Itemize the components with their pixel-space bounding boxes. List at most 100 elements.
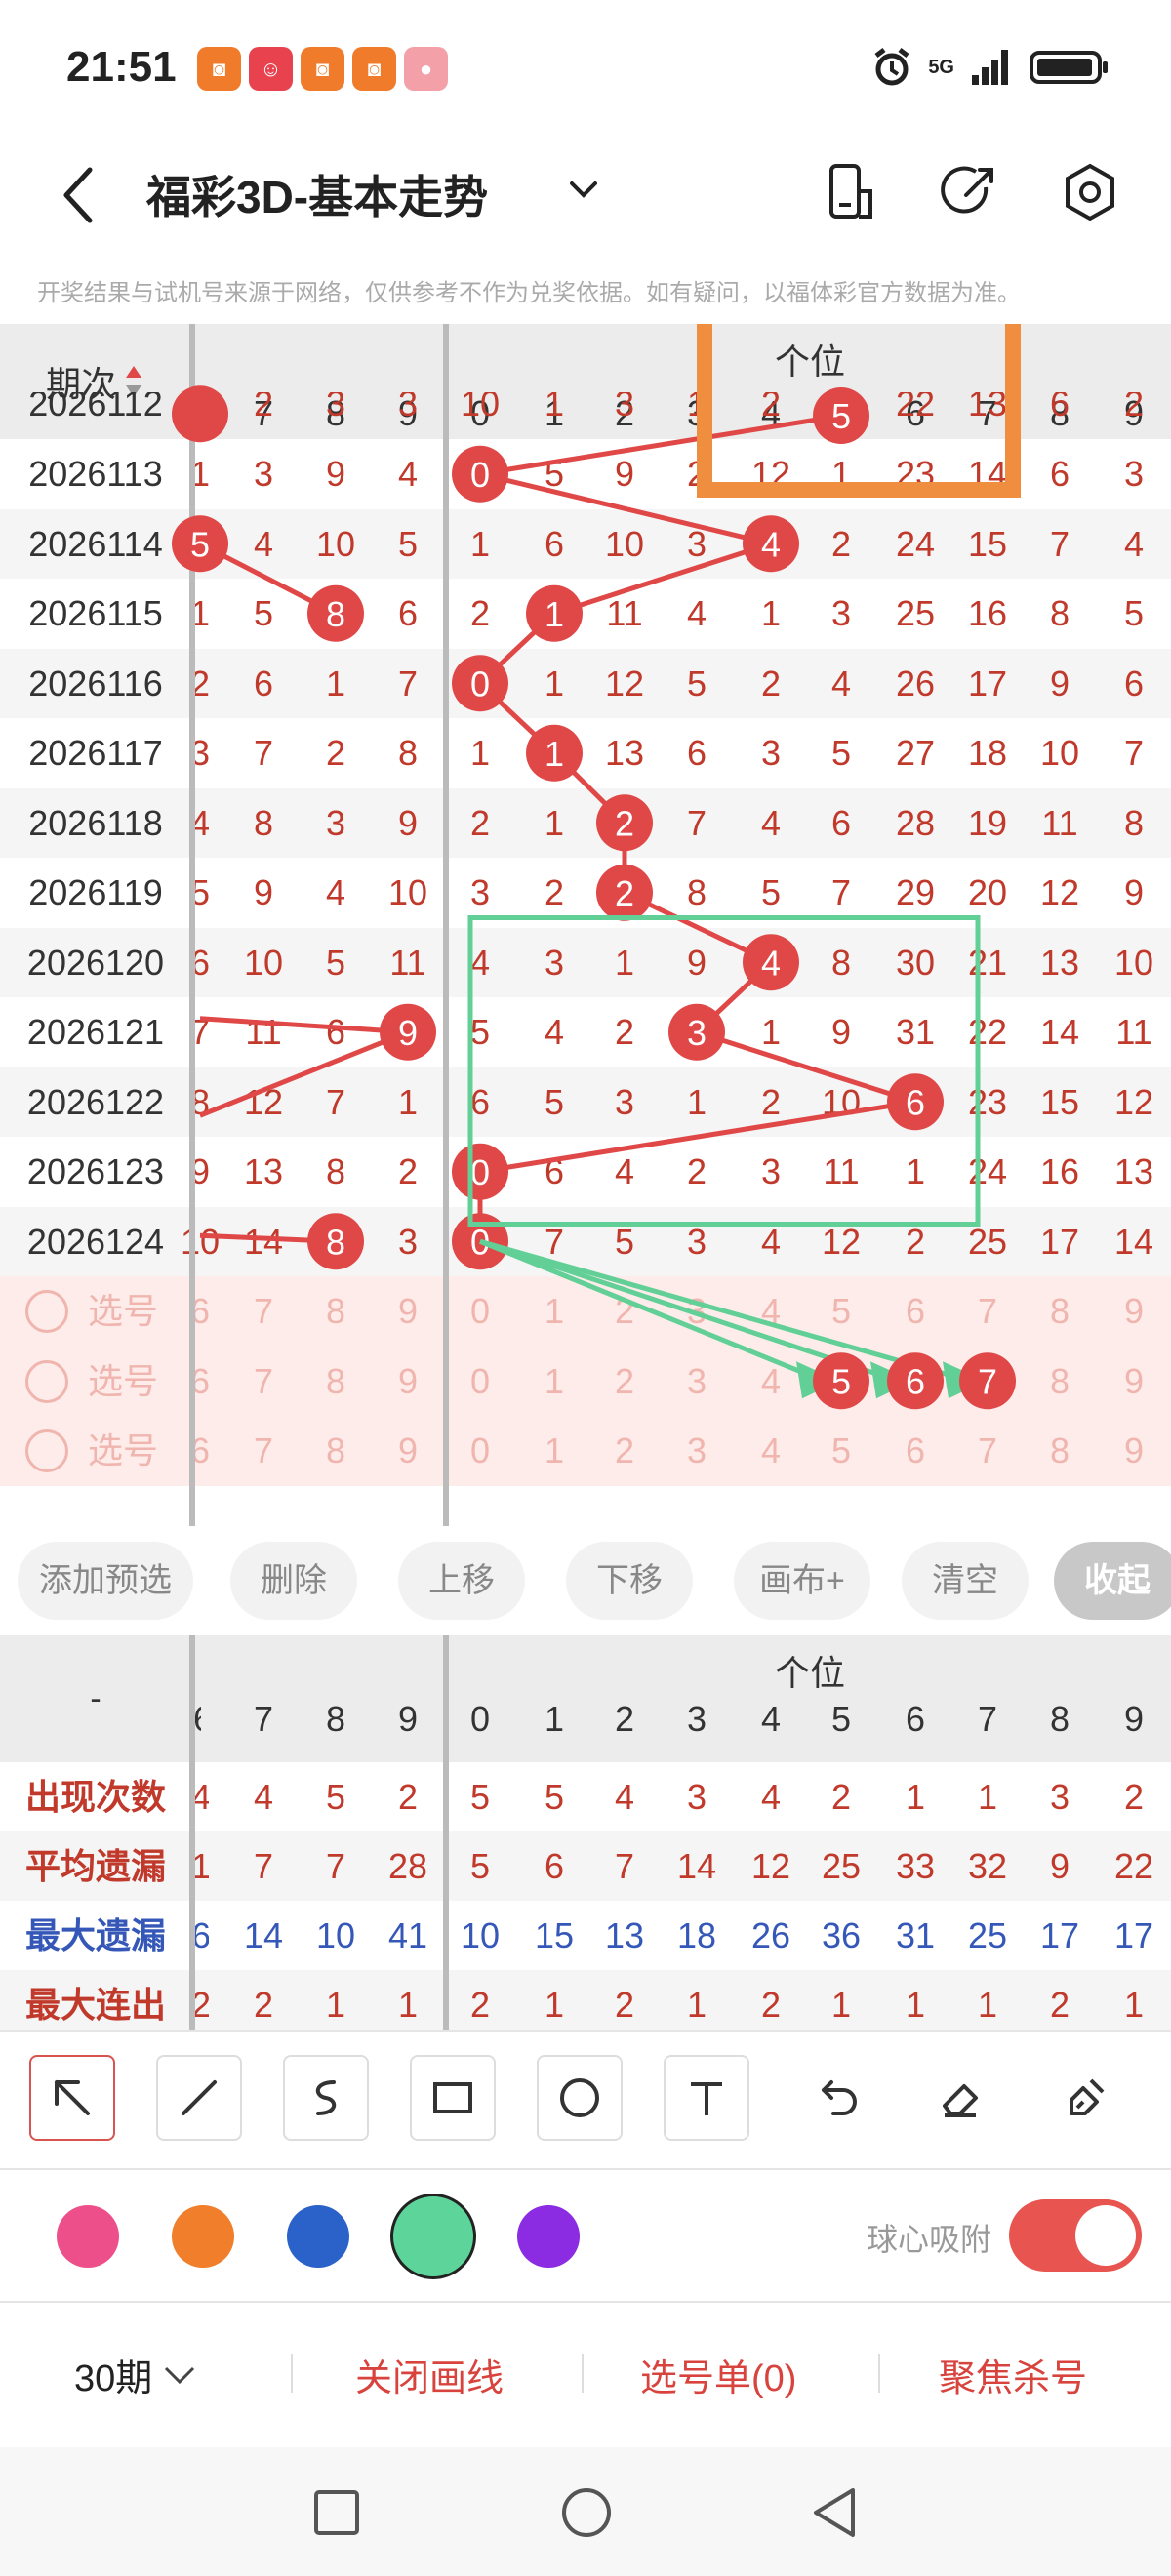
pick-cell[interactable]: 9: [372, 1347, 444, 1417]
pick-cell[interactable]: 0: [444, 1276, 516, 1347]
table-row[interactable]: 2026115 1 5 8 6 2 1 11 4 1 3 25 16 8 5: [0, 579, 1171, 649]
pick-cell[interactable]: 6: [879, 1416, 951, 1486]
pick-cell[interactable]: 9: [1098, 1276, 1170, 1347]
pick-cell[interactable]: 5: [805, 1276, 877, 1347]
pick-cell[interactable]: 1: [518, 1347, 590, 1417]
pick-cell[interactable]: 7: [951, 1416, 1024, 1486]
pick-cell[interactable]: 2: [588, 1347, 661, 1417]
share-button[interactable]: [937, 158, 1005, 226]
pick-row[interactable]: 选号 6 7 8 9 0 1 2 3 4 5 6 7 8 9: [0, 1276, 1171, 1347]
pick-cell[interactable]: 8: [1024, 1276, 1096, 1347]
recents-icon[interactable]: [312, 2488, 361, 2537]
arrow-tool-button[interactable]: [29, 2055, 115, 2141]
circle-tool-button[interactable]: [537, 2055, 623, 2141]
pick-cell[interactable]: 1: [518, 1276, 590, 1347]
focus-kill-button[interactable]: 聚焦杀号: [939, 2348, 1087, 2401]
stats-cell: 1: [830, 1985, 852, 2025]
pick-radio[interactable]: [25, 1359, 68, 1403]
pick-cell[interactable]: 0: [444, 1347, 516, 1417]
action-button-3[interactable]: 下移: [566, 1542, 693, 1620]
pick-cell[interactable]: 8: [300, 1416, 372, 1486]
curve-tool-button[interactable]: [283, 2055, 369, 2141]
pick-cell[interactable]: 8: [300, 1276, 372, 1347]
pick-cell[interactable]: 9: [1098, 1416, 1170, 1486]
title-dropdown-button[interactable]: [564, 170, 603, 209]
table-row[interactable]: 2026116 2 6 1 7 0 1 12 5 2 4 26 17 9 6: [0, 648, 1171, 718]
eraser-button[interactable]: [917, 2055, 1003, 2141]
phone-mode-button[interactable]: [818, 158, 886, 226]
pick-cell[interactable]: 6: [879, 1347, 951, 1417]
clear-brush-button[interactable]: [1044, 2055, 1130, 2141]
pick-cell[interactable]: 4: [735, 1416, 807, 1486]
pick-cell[interactable]: 6: [879, 1276, 951, 1347]
color-swatch-1[interactable]: [172, 2205, 234, 2268]
action-button-0[interactable]: 添加预选: [18, 1542, 193, 1620]
action-button-4[interactable]: 画布+: [734, 1542, 870, 1620]
page-title[interactable]: 福彩3D-基本走势: [146, 162, 488, 226]
trend-cell: 13: [243, 1151, 284, 1191]
rect-tool-button[interactable]: [410, 2055, 496, 2141]
trend-table[interactable]: 期次 个位 6 7890123456789 202611223310131252…: [0, 324, 1171, 1526]
table-row[interactable]: 2026113 1 3 9 4 0 5 9 2 12 1 23 14 6 3: [0, 439, 1171, 509]
action-button-1[interactable]: 删除: [230, 1542, 357, 1620]
table-row[interactable]: 2026124 10 14 8 3 0 7 5 3 4 12 2 25 17 14: [0, 1206, 1171, 1276]
table-row[interactable]: 2026117 3 7 2 8 1 1 13 6 3 5 27 18 10 7: [0, 718, 1171, 788]
pick-cell[interactable]: 9: [372, 1276, 444, 1347]
pick-cell[interactable]: 7: [227, 1347, 300, 1417]
back-button[interactable]: [51, 156, 109, 234]
pick-cell[interactable]: 3: [661, 1347, 733, 1417]
table-row[interactable]: 2026118 4 8 3 9 2 1 2 7 4 6 28 19 11 8: [0, 787, 1171, 858]
pick-cell[interactable]: 8: [1024, 1347, 1096, 1417]
pick-cell[interactable]: 7: [227, 1416, 300, 1486]
pick-row[interactable]: 选号 6 7 8 9 0 1 2 3 4 5 6 7 8 9: [0, 1416, 1171, 1486]
pick-cell[interactable]: 7: [227, 1276, 300, 1347]
color-swatch-0[interactable]: [57, 2205, 119, 2268]
stats-cell: 18: [676, 1915, 717, 1955]
pick-cell[interactable]: 6: [164, 1416, 236, 1486]
pick-cell[interactable]: 9: [1098, 1347, 1170, 1417]
pick-cell[interactable]: 7: [951, 1276, 1024, 1347]
pick-cell[interactable]: 0: [444, 1416, 516, 1486]
line-tool-button[interactable]: [156, 2055, 242, 2141]
color-swatch-2[interactable]: [287, 2205, 349, 2268]
pick-radio[interactable]: [25, 1429, 68, 1472]
table-row[interactable]: 2026121 7 11 6 9 5 4 2 3 1 9 31 22 14 11: [0, 997, 1171, 1067]
pick-cell[interactable]: 2: [588, 1416, 661, 1486]
table-row[interactable]: 2026120 6 10 5 11 4 3 1 9 4 8 30 21 13 10: [0, 927, 1171, 997]
pick-cell[interactable]: 3: [661, 1416, 733, 1486]
pick-cell[interactable]: 1: [518, 1416, 590, 1486]
table-row[interactable]: 2026119 5 9 4 10 3 2 2 8 5 7 29 20 12 9: [0, 858, 1171, 928]
pick-cell[interactable]: 5: [805, 1416, 877, 1486]
pick-cell[interactable]: 3: [661, 1276, 733, 1347]
period-count-select[interactable]: 30期: [74, 2348, 199, 2401]
table-row[interactable]: 2026114 5 4 10 5 1 6 10 3 4 2 24 15 7 4: [0, 508, 1171, 579]
pick-cell[interactable]: 6: [164, 1347, 236, 1417]
pick-cell[interactable]: 8: [300, 1347, 372, 1417]
home-icon[interactable]: [560, 2486, 613, 2539]
pick-radio[interactable]: [25, 1290, 68, 1333]
pick-cell[interactable]: 4: [735, 1276, 807, 1347]
undo-button[interactable]: [790, 2055, 876, 2141]
pick-cell[interactable]: 4: [735, 1347, 807, 1417]
text-tool-button[interactable]: [664, 2055, 749, 2141]
color-swatch-4[interactable]: [517, 2205, 580, 2268]
snap-to-ball-toggle[interactable]: [1009, 2199, 1142, 2272]
pick-cell[interactable]: 8: [1024, 1416, 1096, 1486]
close-lines-button[interactable]: 关闭画线: [355, 2348, 504, 2401]
pick-list-button[interactable]: 选号单(0): [640, 2348, 796, 2401]
pick-cell[interactable]: 7: [951, 1347, 1024, 1417]
pick-cell[interactable]: 5: [805, 1347, 877, 1417]
disclaimer-notice: 开奖结果与试机号来源于网络，仅供参考不作为兑奖依据。如有疑问，以福体彩官方数据为…: [37, 280, 1021, 306]
settings-button[interactable]: [1056, 158, 1124, 226]
table-row[interactable]: 2026122 8 12 7 1 6 5 3 1 2 10 6 23 15 12: [0, 1067, 1171, 1137]
action-button-6[interactable]: 收起: [1054, 1542, 1171, 1620]
pick-row[interactable]: 选号 6 7 8 9 0 1 2 3 4 5 6 7 8 9: [0, 1346, 1171, 1417]
back-nav-icon[interactable]: [810, 2486, 859, 2539]
pick-cell[interactable]: 6: [164, 1276, 236, 1347]
color-swatch-3[interactable]: [390, 2194, 476, 2279]
action-button-2[interactable]: 上移: [398, 1542, 525, 1620]
pick-cell[interactable]: 9: [372, 1416, 444, 1486]
action-button-5[interactable]: 清空: [902, 1542, 1029, 1620]
table-row[interactable]: 2026123 9 13 8 2 0 6 4 2 3 11 1 24 16 13: [0, 1137, 1171, 1207]
pick-cell[interactable]: 2: [588, 1276, 661, 1347]
